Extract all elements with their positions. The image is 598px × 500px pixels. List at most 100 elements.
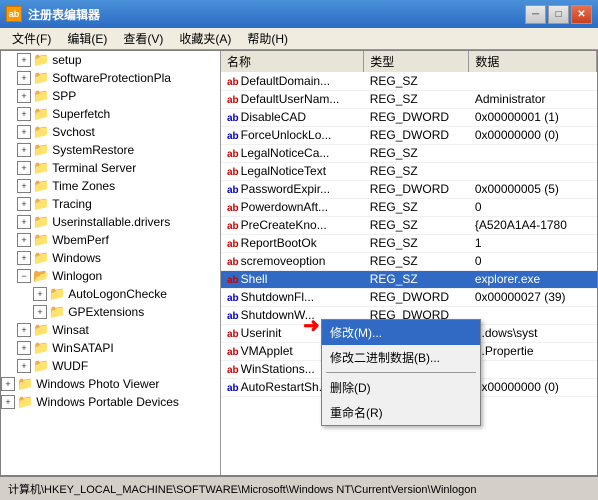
tree-item-terminalserver[interactable]: + 📁 Terminal Server [1, 159, 220, 177]
col-header-data[interactable]: 数据 [469, 51, 597, 72]
ctx-modify-binary[interactable]: 修改二进制数据(B)... [322, 345, 480, 370]
cell-name: abDefaultDomain... [221, 72, 364, 90]
menu-favorites[interactable]: 收藏夹(A) [171, 28, 239, 49]
expand-gpextensions[interactable]: + [33, 305, 47, 319]
expand-systemrestore[interactable]: + [17, 143, 31, 157]
expand-spp[interactable]: + [17, 89, 31, 103]
expand-timezones[interactable]: + [17, 179, 31, 193]
table-row[interactable]: abDefaultDomain...REG_SZ [221, 72, 597, 90]
tree-item-svchost[interactable]: + 📁 Svchost [1, 123, 220, 141]
tree-label-winlogon: Winlogon [52, 269, 102, 283]
cell-type: REG_SZ [364, 252, 469, 270]
tree-item-wudf[interactable]: + 📁 WUDF [1, 357, 220, 375]
expand-softwareprotection[interactable]: + [17, 71, 31, 85]
type-icon-sz: ab [227, 239, 239, 250]
tree-item-windows[interactable]: + 📁 Windows [1, 249, 220, 267]
close-button[interactable]: ✕ [571, 5, 592, 24]
cell-type: REG_SZ [364, 162, 469, 180]
cell-name: abscremoveoption [221, 252, 364, 270]
ctx-delete[interactable]: 删除(D) [322, 375, 480, 400]
cell-type: REG_SZ [364, 216, 469, 234]
type-icon-sz: ab [227, 167, 239, 178]
minimize-button[interactable]: ─ [525, 5, 546, 24]
folder-icon: 📁 [33, 214, 49, 230]
expand-autologonchecke[interactable]: + [33, 287, 47, 301]
table-row[interactable]: abShellREG_SZexplorer.exe [221, 270, 597, 288]
tree-item-userinstallable[interactable]: + 📁 Userinstallable.drivers [1, 213, 220, 231]
tree-item-softwareprotection[interactable]: + 📁 SoftwareProtectionPla [1, 69, 220, 87]
expand-tracing[interactable]: + [17, 197, 31, 211]
folder-icon: 📁 [33, 88, 49, 104]
tree-item-winlogon[interactable]: − 📂 Winlogon [1, 267, 220, 285]
tree-item-systemrestore[interactable]: + 📁 SystemRestore [1, 141, 220, 159]
col-header-name[interactable]: 名称 [221, 51, 364, 72]
expand-windows[interactable]: + [17, 251, 31, 265]
tree-item-windowsportabledevices[interactable]: + 📁 Windows Portable Devices [1, 393, 220, 411]
tree-label-tracing: Tracing [52, 197, 92, 211]
tree-item-superfetch[interactable]: + 📁 Superfetch [1, 105, 220, 123]
tree-item-winsat[interactable]: + 📁 Winsat [1, 321, 220, 339]
table-row[interactable]: abDefaultUserNam...REG_SZAdministrator [221, 90, 597, 108]
table-row[interactable]: abPreCreateKno...REG_SZ{A520A1A4-1780 [221, 216, 597, 234]
tree-item-wbemperf[interactable]: + 📁 WbemPerf [1, 231, 220, 249]
table-row[interactable]: abForceUnlockLo...REG_DWORD0x00000000 (0… [221, 126, 597, 144]
expand-windowsphotoviewer[interactable]: + [1, 377, 15, 391]
title-buttons: ─ □ ✕ [525, 5, 592, 24]
menu-view[interactable]: 查看(V) [115, 28, 171, 49]
tree-item-spp[interactable]: + 📁 SPP [1, 87, 220, 105]
expand-winlogon[interactable]: − [17, 269, 31, 283]
table-row[interactable]: abShutdownFl...REG_DWORD0x00000027 (39) [221, 288, 597, 306]
folder-icon: 📁 [49, 286, 65, 302]
arrow-indicator: ➜ [303, 313, 320, 338]
tree-item-winsatapi[interactable]: + 📁 WinSATAPI [1, 339, 220, 357]
tree-item-windowsphotoviewer[interactable]: + 📁 Windows Photo Viewer [1, 375, 220, 393]
cell-type: REG_DWORD [364, 108, 469, 126]
cell-name: abDisableCAD [221, 108, 364, 126]
table-row[interactable]: abPasswordExpir...REG_DWORD0x00000005 (5… [221, 180, 597, 198]
tree-label-timezones: Time Zones [52, 179, 115, 193]
tree-item-setup[interactable]: + 📁 setup [1, 51, 220, 69]
table-row[interactable]: abDisableCADREG_DWORD0x00000001 (1) [221, 108, 597, 126]
menu-file[interactable]: 文件(F) [4, 28, 59, 49]
folder-icon: 📁 [33, 358, 49, 374]
tree-item-gpextensions[interactable]: + 📁 GPExtensions [1, 303, 220, 321]
expand-wudf[interactable]: + [17, 359, 31, 373]
folder-icon: 📁 [33, 340, 49, 356]
expand-terminalserver[interactable]: + [17, 161, 31, 175]
folder-icon: 📁 [33, 250, 49, 266]
table-row[interactable]: abscremoveoptionREG_SZ0 [221, 252, 597, 270]
maximize-button[interactable]: □ [548, 5, 569, 24]
registry-tree[interactable]: + 📁 setup + 📁 SoftwareProtectionPla + 📁 … [1, 51, 221, 475]
type-icon-dword: ab [227, 311, 239, 322]
table-row[interactable]: abReportBootOkREG_SZ1 [221, 234, 597, 252]
cell-data [469, 306, 597, 324]
tree-label-gpextensions: GPExtensions [68, 305, 144, 319]
menu-edit[interactable]: 编辑(E) [59, 28, 115, 49]
cell-name: abForceUnlockLo... [221, 126, 364, 144]
cell-name: abReportBootOk [221, 234, 364, 252]
cell-type: REG_SZ [364, 90, 469, 108]
cell-data [469, 360, 597, 378]
col-header-type[interactable]: 类型 [364, 51, 469, 72]
cell-data: 1 [469, 234, 597, 252]
expand-wbemperf[interactable]: + [17, 233, 31, 247]
tree-item-tracing[interactable]: + 📁 Tracing [1, 195, 220, 213]
ctx-rename[interactable]: 重命名(R) [322, 400, 480, 425]
expand-winsat[interactable]: + [17, 323, 31, 337]
menu-help[interactable]: 帮助(H) [239, 28, 296, 49]
table-row[interactable]: abPowerdownAft...REG_SZ0 [221, 198, 597, 216]
table-row[interactable]: abLegalNoticeCa...REG_SZ [221, 144, 597, 162]
expand-superfetch[interactable]: + [17, 107, 31, 121]
cell-data: {A520A1A4-1780 [469, 216, 597, 234]
expand-setup[interactable]: + [17, 53, 31, 67]
expand-svchost[interactable]: + [17, 125, 31, 139]
cell-data: 0x00000000 (0) [469, 126, 597, 144]
expand-windowsportabledevices[interactable]: + [1, 395, 15, 409]
expand-userinstallable[interactable]: + [17, 215, 31, 229]
table-row[interactable]: abLegalNoticeTextREG_SZ [221, 162, 597, 180]
cell-data [469, 72, 597, 90]
tree-item-timezones[interactable]: + 📁 Time Zones [1, 177, 220, 195]
expand-winsatapi[interactable]: + [17, 341, 31, 355]
ctx-modify[interactable]: 修改(M)... [322, 320, 480, 345]
tree-item-autologonchecke[interactable]: + 📁 AutoLogonChecke [1, 285, 220, 303]
